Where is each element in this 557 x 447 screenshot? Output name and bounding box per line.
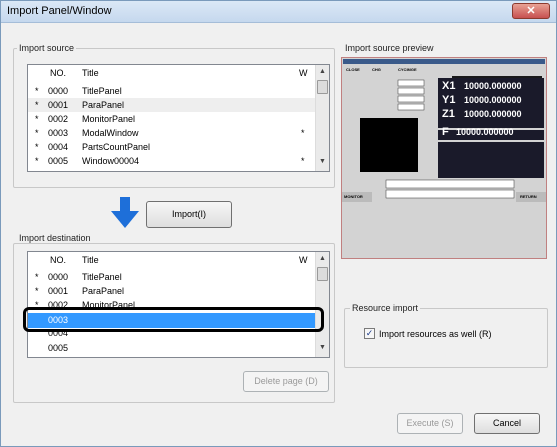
preview-mini-label-cycimge: CYCIMGE xyxy=(398,67,417,72)
import-source-scrollbar[interactable]: ▲ ▼ xyxy=(315,65,329,171)
preview-value-f: 10000.000000 xyxy=(456,127,514,137)
preview-side-right: RETURN xyxy=(520,194,537,199)
row-no: 0005 xyxy=(48,343,69,353)
row-marker: * xyxy=(35,114,39,124)
column-header-title[interactable]: Title xyxy=(82,68,99,78)
preview-value-x1: 10000.000000 xyxy=(464,81,522,91)
row-w: * xyxy=(301,128,305,138)
row-marker: * xyxy=(35,128,39,138)
row-no: 0000 xyxy=(48,272,69,282)
preview-side-left: MONITOR xyxy=(344,194,363,199)
row-marker: * xyxy=(35,142,39,152)
table-row[interactable]: * 0001 ParaPanel xyxy=(28,284,315,298)
row-title: PartsCountPanel xyxy=(82,142,151,152)
import-source-list[interactable]: NO. Title W * 0000 TitlePanel * 0001 Par… xyxy=(27,64,330,172)
import-destination-scrollbar[interactable]: ▲ ▼ xyxy=(315,252,329,357)
preview-axis-y1: Y1 xyxy=(442,94,456,106)
row-no: 0001 xyxy=(48,100,69,110)
import-resources-checkbox[interactable]: ✓ xyxy=(364,328,375,339)
row-w: * xyxy=(301,156,305,166)
column-header-w[interactable]: W xyxy=(299,68,308,78)
row-no: 0004 xyxy=(48,142,69,152)
table-row[interactable]: * 0002 MonitorPanel xyxy=(28,112,315,126)
preview-axis-x1: X1 xyxy=(442,80,456,92)
column-header-no[interactable]: NO. xyxy=(50,68,66,78)
import-source-list-header: NO. Title W xyxy=(28,65,315,82)
cancel-button-label: Cancel xyxy=(492,418,521,428)
scroll-down-icon[interactable]: ▼ xyxy=(318,158,327,168)
preview-mini-label-chg: CHG xyxy=(372,67,381,72)
row-marker: * xyxy=(35,156,39,166)
preview-axis-z1: Z1 xyxy=(442,108,455,120)
scroll-up-icon[interactable]: ▲ xyxy=(318,68,327,78)
row-marker: * xyxy=(35,100,39,110)
delete-page-button-label: Delete page (D) xyxy=(254,376,318,386)
import-source-label: Import source xyxy=(17,43,77,53)
row-title: TitlePanel xyxy=(82,86,122,96)
row-no: 0000 xyxy=(48,86,69,96)
table-row[interactable]: * 0001 ParaPanel xyxy=(28,98,315,112)
check-icon: ✓ xyxy=(365,328,374,338)
row-no: 0002 xyxy=(48,114,69,124)
import-source-preview-label: Import source preview xyxy=(345,43,434,53)
row-title: MonitorPanel xyxy=(82,114,136,124)
row-marker: * xyxy=(35,86,39,96)
window-title: Import Panel/Window xyxy=(7,5,112,17)
row-title: ParaPanel xyxy=(82,286,125,296)
import-destination-list-header: NO. Title W xyxy=(28,252,315,269)
scroll-thumb[interactable] xyxy=(317,267,328,281)
scroll-up-icon[interactable]: ▲ xyxy=(318,255,327,265)
row-no: 0001 xyxy=(48,286,69,296)
row-no: 0005 xyxy=(48,156,69,166)
selection-highlight-frame xyxy=(23,307,324,332)
preview-mini-label-close: CLOSE xyxy=(346,67,360,72)
row-marker: * xyxy=(35,272,39,282)
table-row[interactable]: * 0000 TitlePanel xyxy=(28,270,315,284)
delete-page-button[interactable]: Delete page (D) xyxy=(243,371,329,392)
resource-import-label: Resource import xyxy=(350,303,421,313)
column-header-title[interactable]: Title xyxy=(82,255,99,265)
table-row[interactable]: * 0000 TitlePanel xyxy=(28,84,315,98)
import-source-preview: CLOSE CHG CYCIMGE X1 10000.000000 Y1 100… xyxy=(341,57,547,259)
arrow-down-icon xyxy=(111,197,139,228)
preview-value-y1: 10000.000000 xyxy=(464,95,522,105)
cancel-button[interactable]: Cancel xyxy=(474,413,540,434)
import-destination-list[interactable]: NO. Title W * 0000 TitlePanel * 0001 Par… xyxy=(27,251,330,358)
import-button[interactable]: Import(I) xyxy=(146,201,232,228)
close-icon: ✕ xyxy=(526,5,536,17)
execute-button[interactable]: Execute (S) xyxy=(397,413,463,434)
close-button[interactable]: ✕ xyxy=(512,3,550,19)
row-title: ParaPanel xyxy=(82,100,125,110)
table-row[interactable]: * 0004 PartsCountPanel xyxy=(28,140,315,154)
column-header-w[interactable]: W xyxy=(299,255,308,265)
import-panel-window-dialog: Import Panel/Window ✕ Import source NO. … xyxy=(0,0,557,447)
preview-value-z1: 10000.000000 xyxy=(464,109,522,119)
table-row[interactable]: 0005 xyxy=(28,341,315,355)
execute-button-label: Execute (S) xyxy=(406,418,454,428)
row-marker: * xyxy=(35,286,39,296)
import-resources-checkbox-label[interactable]: Import resources as well (R) xyxy=(379,329,492,339)
column-header-no[interactable]: NO. xyxy=(50,255,66,265)
table-row[interactable]: * 0003 ModalWindow * xyxy=(28,126,315,140)
row-no: 0003 xyxy=(48,128,69,138)
title-bar: Import Panel/Window ✕ xyxy=(1,1,556,23)
row-title: TitlePanel xyxy=(82,272,122,282)
import-destination-label: Import destination xyxy=(17,233,93,243)
scroll-down-icon[interactable]: ▼ xyxy=(318,344,327,354)
import-button-label: Import(I) xyxy=(171,209,206,219)
preview-axis-f: F xyxy=(442,126,449,138)
scroll-thumb[interactable] xyxy=(317,80,328,94)
row-title: Window00004 xyxy=(82,156,140,166)
table-row[interactable]: * 0005 Window00004 * xyxy=(28,154,315,168)
row-title: ModalWindow xyxy=(82,128,139,138)
